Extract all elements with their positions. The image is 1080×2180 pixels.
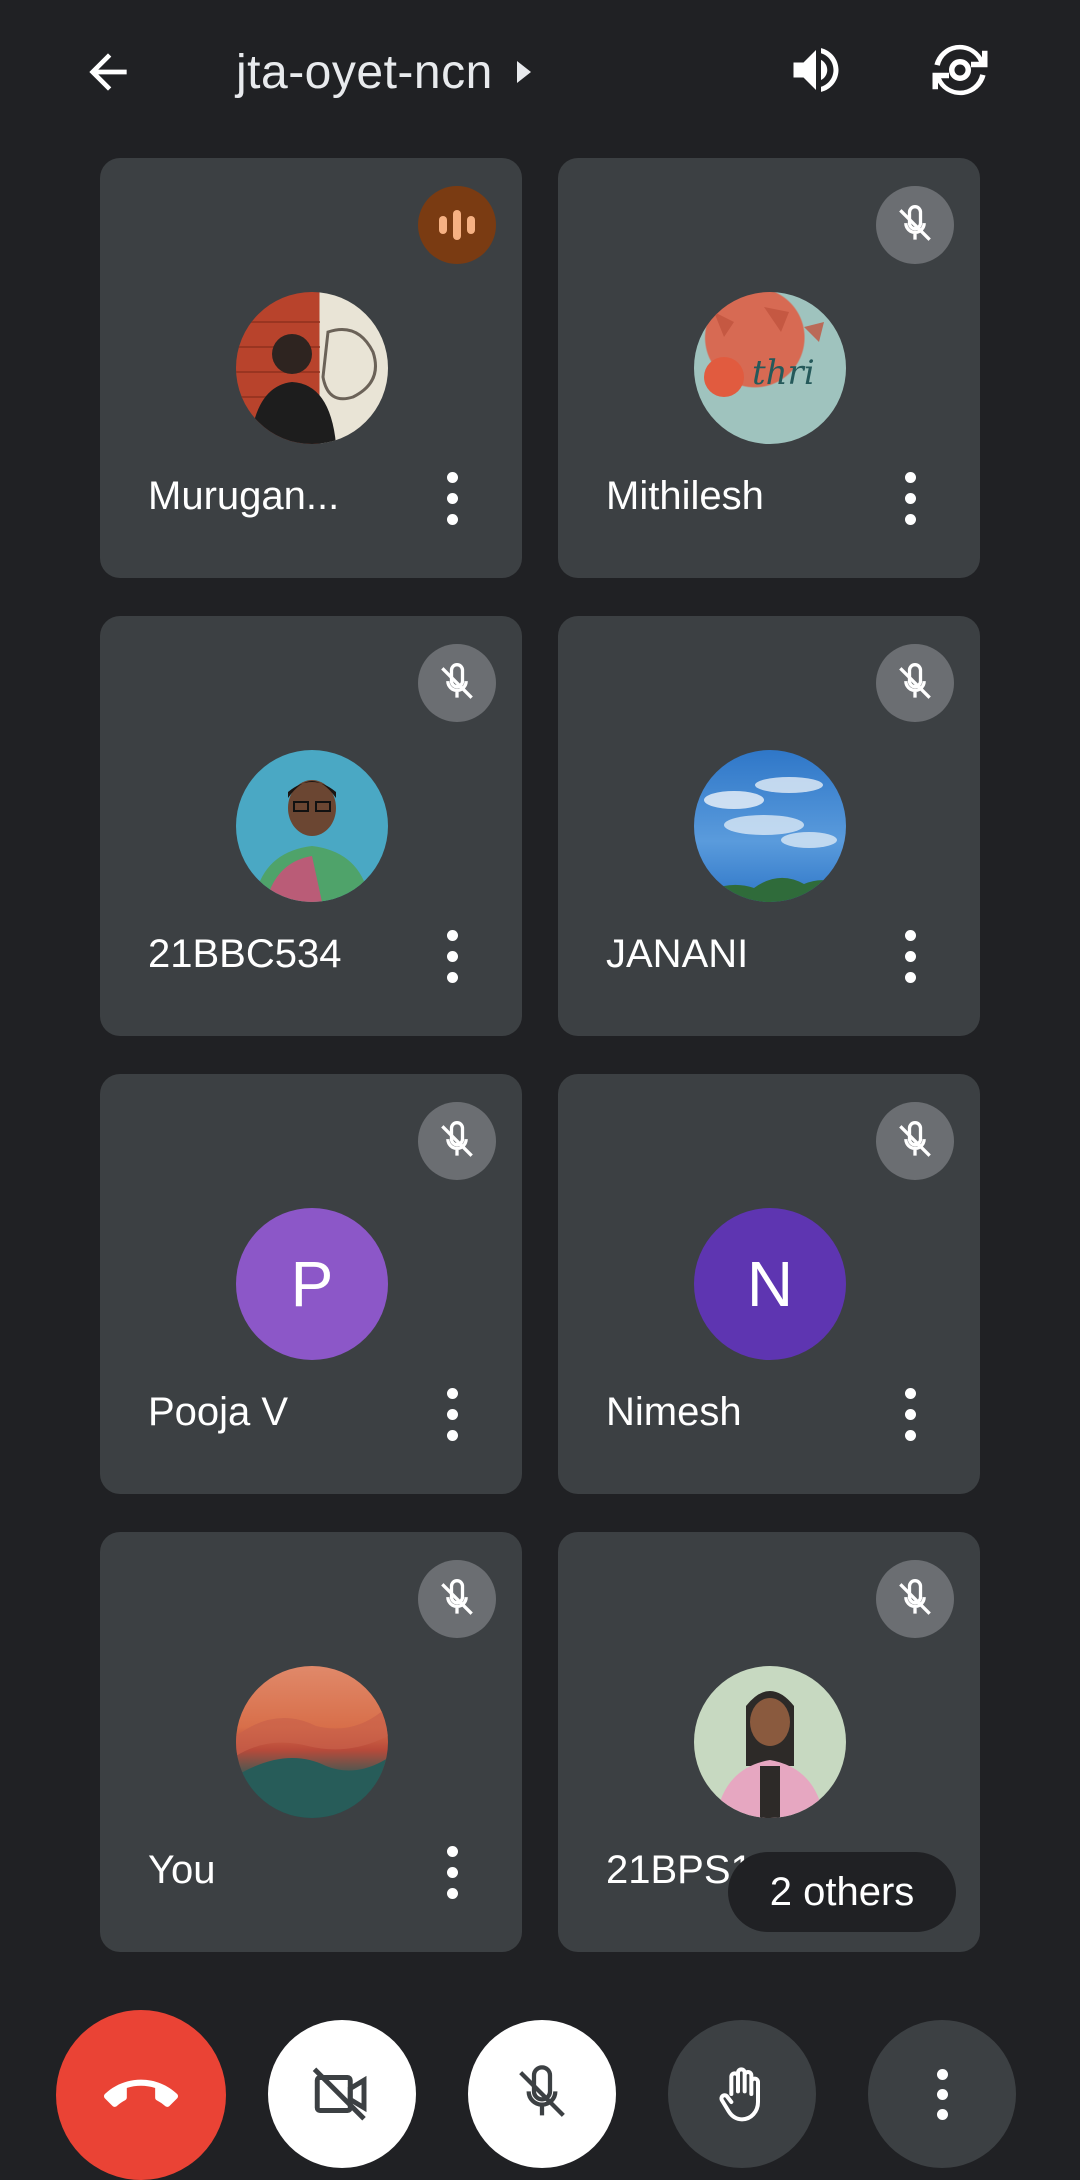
more-vertical-icon [446,1845,458,1857]
meeting-code: jta-oyet-ncn [236,45,493,99]
mic-off-icon [899,663,931,699]
participant-options-button[interactable] [890,1378,930,1450]
avatar [694,750,846,902]
camera-switch-icon [932,44,988,96]
more-vertical-icon [446,471,458,483]
speaking-indicator [418,186,496,264]
muted-indicator [876,186,954,264]
audio-output-button[interactable] [776,30,856,110]
more-vertical-icon [446,1387,458,1399]
arrow-left-icon [89,53,127,91]
avatar [236,292,388,444]
end-call-button[interactable] [56,2010,226,2180]
more-vertical-icon [904,1387,916,1399]
mic-off-icon [441,1579,473,1615]
avatar [236,1666,388,1818]
muted-indicator [418,644,496,722]
mic-off-icon [899,205,931,241]
avatar-initial: P [290,1248,334,1320]
avatar-initial: N [746,1248,794,1320]
participant-tile[interactable]: You [100,1532,522,1952]
avatar: thri [694,292,846,444]
audio-bars-icon [439,210,475,240]
landscape-photo [236,1706,388,1818]
participant-options-button[interactable] [432,920,472,992]
avatar [694,1666,846,1818]
mic-off-icon [899,1121,931,1157]
top-bar: jta-oyet-ncn [0,0,1080,140]
participant-options-button[interactable] [432,462,472,534]
camera-toggle-button[interactable] [268,2020,416,2168]
muted-indicator [876,644,954,722]
muted-indicator [418,1560,496,1638]
participant-name: Nimesh [606,1390,742,1434]
microphone-toggle-button[interactable] [468,2020,616,2168]
participant-name: 21BBC534 [148,932,342,976]
participant-tile[interactable]: 21BBC534 [100,616,522,1036]
avatar [236,750,388,902]
more-vertical-icon [904,929,916,941]
caret-right-icon [516,61,531,83]
avatar: P [236,1208,388,1360]
call-controls [0,2000,1080,2180]
participant-tile[interactable]: Murugan... [100,158,522,578]
participant-tile[interactable]: P Pooja V [100,1074,522,1494]
mic-off-icon [441,663,473,699]
mic-off-icon [441,1121,473,1157]
svg-text:thri: thri [752,353,815,393]
participant-name: JANANI [606,932,749,976]
others-chip[interactable]: 2 others [728,1852,956,1932]
participant-name: Pooja V [148,1390,289,1434]
participant-options-button[interactable] [890,462,930,534]
participant-name: Mithilesh [606,474,764,518]
phone-hangup-icon [104,2079,178,2107]
meeting-title-button[interactable]: jta-oyet-ncn [236,36,531,108]
person-photo [716,1691,824,1818]
participant-options-button[interactable] [890,920,930,992]
more-options-button[interactable] [868,2020,1016,2168]
mic-off-icon [899,1579,931,1615]
sky-photo [694,777,846,902]
muted-indicator [876,1102,954,1180]
more-vertical-icon [446,929,458,941]
participant-tile[interactable]: JANANI [558,616,980,1036]
camera-off-icon [312,2067,367,2121]
mic-off-icon [519,2065,565,2117]
participant-tile[interactable]: N Nimesh [558,1074,980,1494]
switch-camera-button[interactable] [918,28,1002,112]
person-photo [254,780,370,902]
photo: thri [704,307,824,397]
more-vertical-icon [936,2068,948,2120]
back-button[interactable] [72,36,144,108]
participant-name: You [148,1848,216,1892]
volume-icon [793,48,839,92]
participant-name: Murugan... [148,474,340,518]
avatar: N [694,1208,846,1360]
more-vertical-icon [904,471,916,483]
participant-tile[interactable]: thri Mithilesh [558,158,980,578]
person-photo [236,321,377,444]
muted-indicator [418,1102,496,1180]
participant-options-button[interactable] [432,1836,472,1908]
hand-icon [719,2067,760,2122]
raise-hand-button[interactable] [668,2020,816,2168]
muted-indicator [876,1560,954,1638]
participant-options-button[interactable] [432,1378,472,1450]
